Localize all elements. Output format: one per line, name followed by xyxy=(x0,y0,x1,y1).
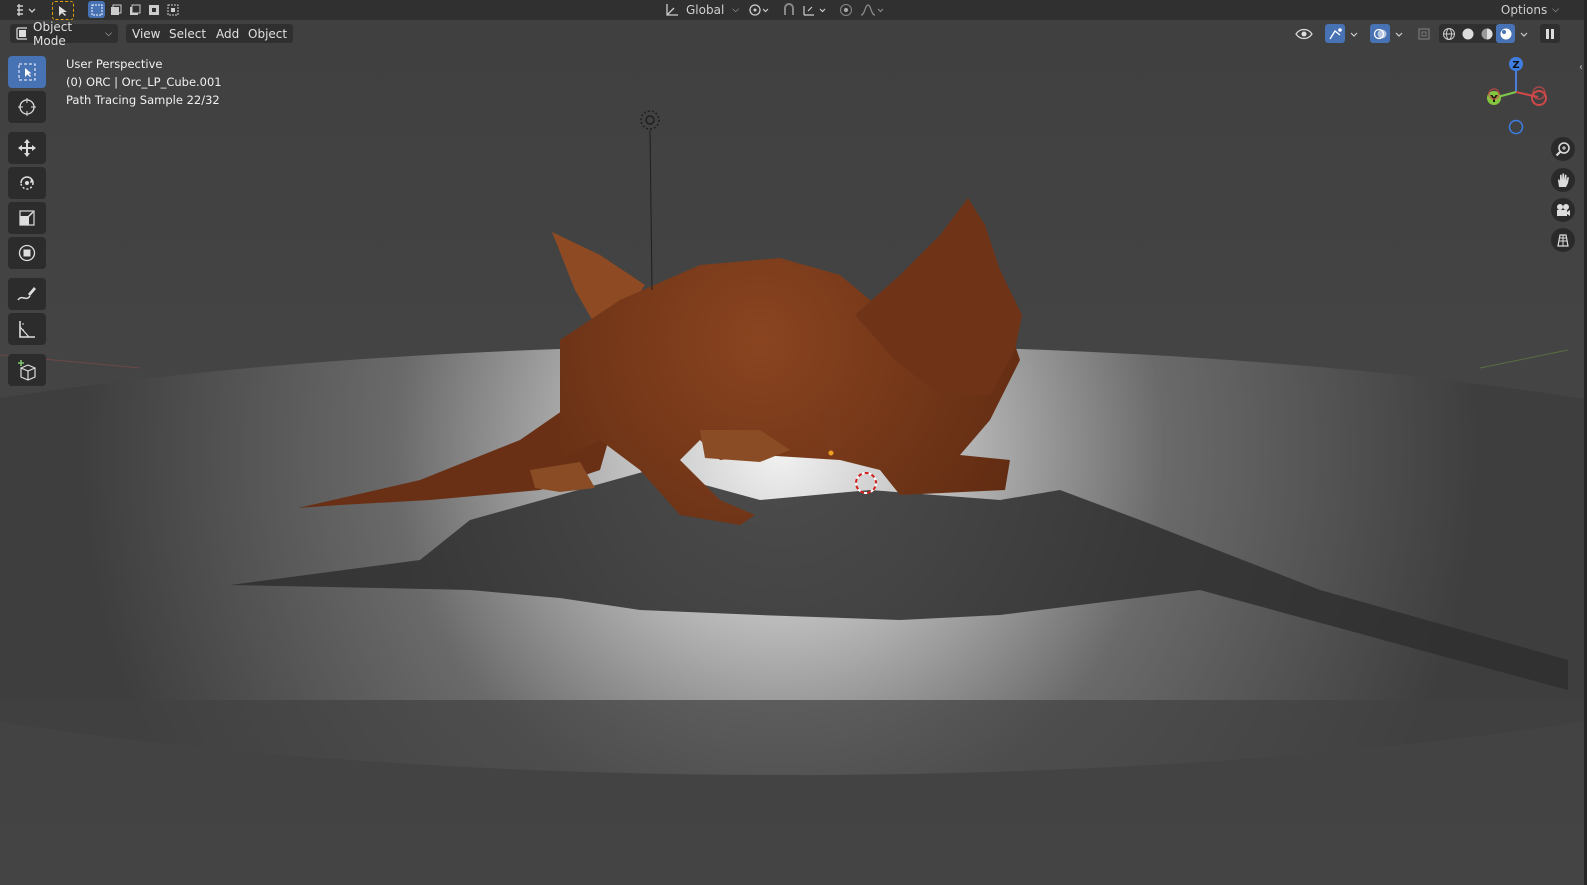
top-header-bar: Global ⌵ Options ⌵ xyxy=(0,0,1587,20)
pause-render-icon[interactable] xyxy=(1540,24,1560,43)
proportional-edit-icon[interactable] xyxy=(837,1,855,18)
chevron-down-icon: ⌵ xyxy=(732,4,740,15)
orientation-label: Global xyxy=(686,2,725,17)
snap-toggle-icon[interactable] xyxy=(780,1,798,18)
select-invert-icon[interactable] xyxy=(145,1,162,18)
select-new-icon[interactable] xyxy=(88,1,105,18)
neg-z-axis-icon[interactable] xyxy=(1508,119,1524,135)
object-mode-icon xyxy=(16,27,28,40)
tool-shelf xyxy=(8,56,48,389)
material-shading-icon[interactable] xyxy=(1477,27,1496,41)
neg-x-axis-icon[interactable] xyxy=(1531,90,1547,106)
chevron-down-icon[interactable] xyxy=(1346,24,1362,43)
3d-viewport[interactable] xyxy=(0,20,1587,885)
viewport-info-overlay: User Perspective (0) ORC | Orc_LP_Cube.0… xyxy=(66,55,222,109)
overlays-toggle-icon[interactable] xyxy=(1370,24,1390,43)
camera-icon[interactable] xyxy=(1551,198,1575,222)
rotate-icon[interactable] xyxy=(8,167,46,199)
transform-icon[interactable] xyxy=(8,237,46,269)
menu-select[interactable]: Select xyxy=(163,24,213,43)
shading-mode-group xyxy=(1439,24,1515,43)
rendered-shading-icon[interactable] xyxy=(1496,24,1515,43)
chevron-down-icon[interactable] xyxy=(1391,24,1407,43)
options-dropdown[interactable]: Options ⌵ xyxy=(1500,1,1560,18)
solid-shading-icon[interactable] xyxy=(1458,27,1477,41)
z-axis-label: Z xyxy=(1512,60,1519,71)
mode-label: Object Mode xyxy=(33,19,73,48)
cursor-icon[interactable] xyxy=(8,91,46,123)
perspective-label: User Perspective xyxy=(66,57,163,71)
scale-icon[interactable] xyxy=(8,202,46,234)
orientation-icon xyxy=(666,3,678,16)
falloff-icon[interactable] xyxy=(857,1,887,18)
chevron-down-icon: ⌵ xyxy=(1552,4,1560,15)
xray-toggle-icon[interactable] xyxy=(1414,24,1434,43)
zoom-icon[interactable] xyxy=(1551,137,1575,161)
visibility-dropdown[interactable] xyxy=(1289,24,1321,43)
annotate-icon[interactable] xyxy=(8,278,46,310)
move-icon[interactable] xyxy=(8,132,46,164)
select-intersect-icon[interactable] xyxy=(164,1,181,18)
select-tool-icon[interactable] xyxy=(52,1,74,20)
object-info-label: (0) ORC | Orc_LP_Cube.001 xyxy=(66,75,222,89)
menu-view[interactable]: View xyxy=(126,24,167,43)
mode-dropdown[interactable]: Object Mode ⌵ xyxy=(10,20,118,48)
chevron-down-icon: ⌵ xyxy=(105,28,112,39)
pivot-point-icon[interactable] xyxy=(745,1,773,18)
measure-icon[interactable] xyxy=(8,313,46,345)
options-label: Options xyxy=(1500,2,1548,17)
select-extend-icon[interactable] xyxy=(107,1,124,18)
transform-orientation-dropdown[interactable]: Global ⌵ xyxy=(660,1,742,18)
select-subtract-icon[interactable] xyxy=(126,1,143,18)
pan-hand-icon[interactable] xyxy=(1551,168,1575,192)
menu-object[interactable]: Object xyxy=(242,24,294,43)
ortho-grid-icon[interactable] xyxy=(1551,228,1575,252)
wireframe-shading-icon[interactable] xyxy=(1439,27,1458,41)
menu-add[interactable]: Add xyxy=(210,24,246,43)
viewport-scene xyxy=(0,20,1587,885)
render-status-label: Path Tracing Sample 22/32 xyxy=(66,93,220,107)
add-cube-icon[interactable] xyxy=(8,354,46,386)
gizmo-toggle-icon[interactable] xyxy=(1325,24,1345,43)
chevron-down-icon[interactable] xyxy=(1516,24,1532,43)
select-box-icon[interactable] xyxy=(8,56,46,88)
navigation-gizmo[interactable]: Z Y xyxy=(1478,52,1558,142)
editor-type-icon[interactable] xyxy=(10,1,40,18)
snap-target-icon[interactable] xyxy=(800,1,830,18)
chevron-left-icon[interactable]: ‹ xyxy=(1579,62,1583,73)
viewport-header: Object Mode ⌵ View Select Add Object xyxy=(0,20,1587,48)
